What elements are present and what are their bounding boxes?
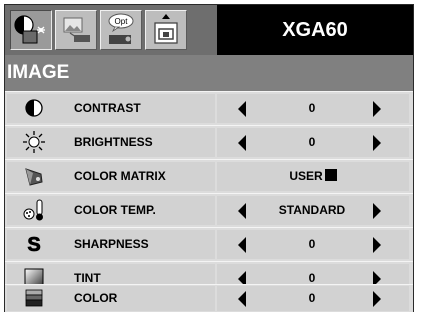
tab-picture-setting[interactable] <box>55 10 97 50</box>
value-contrast: 0 <box>308 101 316 115</box>
value-color-matrix-cell: USER <box>217 162 409 191</box>
menu-row-color-matrix[interactable]: COLOR MATRIX USER <box>5 159 413 193</box>
row-label-brightness: BRIGHTNESS <box>60 128 215 157</box>
row-icon-cell <box>7 128 60 157</box>
value-color-temp-cell: STANDARD <box>217 196 409 225</box>
tab-screen-setup[interactable] <box>145 10 187 50</box>
value-color-matrix-text: USER <box>289 169 323 183</box>
menu-row-color-temp[interactable]: COLOR TEMP. STANDARD <box>5 193 413 227</box>
value-color-temp: STANDARD <box>278 203 346 217</box>
increase-color-arrow[interactable] <box>373 291 381 307</box>
value-brightness-cell: 0 <box>217 128 409 157</box>
color-temp-icon <box>23 199 43 221</box>
row-label-contrast: CONTRAST <box>60 94 215 123</box>
decrease-sharpness-arrow[interactable] <box>238 237 246 253</box>
tab-image-adjust[interactable] <box>10 10 52 50</box>
value-brightness: 0 <box>308 135 316 149</box>
menu-row-contrast[interactable]: CONTRAST 0 <box>5 91 413 125</box>
svg-text:S: S <box>27 234 40 255</box>
decrease-contrast-arrow[interactable] <box>238 101 246 117</box>
tab-option[interactable]: Opt <box>100 10 142 50</box>
decrease-brightness-arrow[interactable] <box>238 135 246 151</box>
row-icon-cell: S <box>7 230 60 259</box>
image-adjust-icon <box>14 15 45 44</box>
user-setting-button[interactable] <box>324 169 337 181</box>
menu-row-brightness[interactable]: BRIGHTNESS 0 <box>5 125 413 159</box>
contrast-icon <box>25 99 43 117</box>
menu-row-color-visible[interactable]: COLOR 0 <box>5 284 413 312</box>
value-sharpness-cell: 0 <box>217 230 409 259</box>
sharpness-icon: S <box>27 234 41 255</box>
option-icon: Opt <box>108 13 134 44</box>
color-matrix-icon <box>25 168 43 186</box>
row-label-sharpness: SHARPNESS <box>60 230 215 259</box>
row-label-color: COLOR <box>60 286 215 311</box>
row-icon-cell <box>7 286 60 311</box>
row-label-color-matrix: COLOR MATRIX <box>60 162 215 191</box>
value-color: 0 <box>308 291 316 305</box>
decrease-color-temp-arrow[interactable] <box>238 203 246 219</box>
value-color-matrix: USER <box>217 162 409 191</box>
increase-contrast-arrow[interactable] <box>373 101 381 117</box>
increase-sharpness-arrow[interactable] <box>373 237 381 253</box>
color-icon <box>25 289 43 307</box>
row-label-color-temp: COLOR TEMP. <box>60 196 215 225</box>
menu-row-sharpness[interactable]: S SHARPNESS 0 <box>5 227 413 261</box>
value-contrast-cell: 0 <box>217 94 409 123</box>
row-icon-cell <box>7 196 60 225</box>
screen-setup-icon <box>154 14 178 44</box>
row-icon-cell <box>7 94 60 123</box>
decrease-color-arrow[interactable] <box>238 291 246 307</box>
value-sharpness: 0 <box>308 237 316 251</box>
increase-brightness-arrow[interactable] <box>373 135 381 151</box>
row-icon-cell <box>7 162 60 191</box>
model-name: XGA60 <box>217 5 413 55</box>
menu-tabs: Opt <box>5 5 217 55</box>
increase-color-temp-arrow[interactable] <box>373 203 381 219</box>
value-color-cell: 0 <box>217 286 409 311</box>
section-title: IMAGE <box>5 55 413 91</box>
menu-header: Opt XGA60 <box>5 5 413 55</box>
option-icon-text: Opt <box>115 17 129 26</box>
picture-setting-icon <box>63 17 90 42</box>
brightness-icon <box>23 131 45 153</box>
projector-osd-menu: Opt XGA60 IMAGE CONTRAST 0 BRIGHTNESS 0 … <box>4 4 414 312</box>
